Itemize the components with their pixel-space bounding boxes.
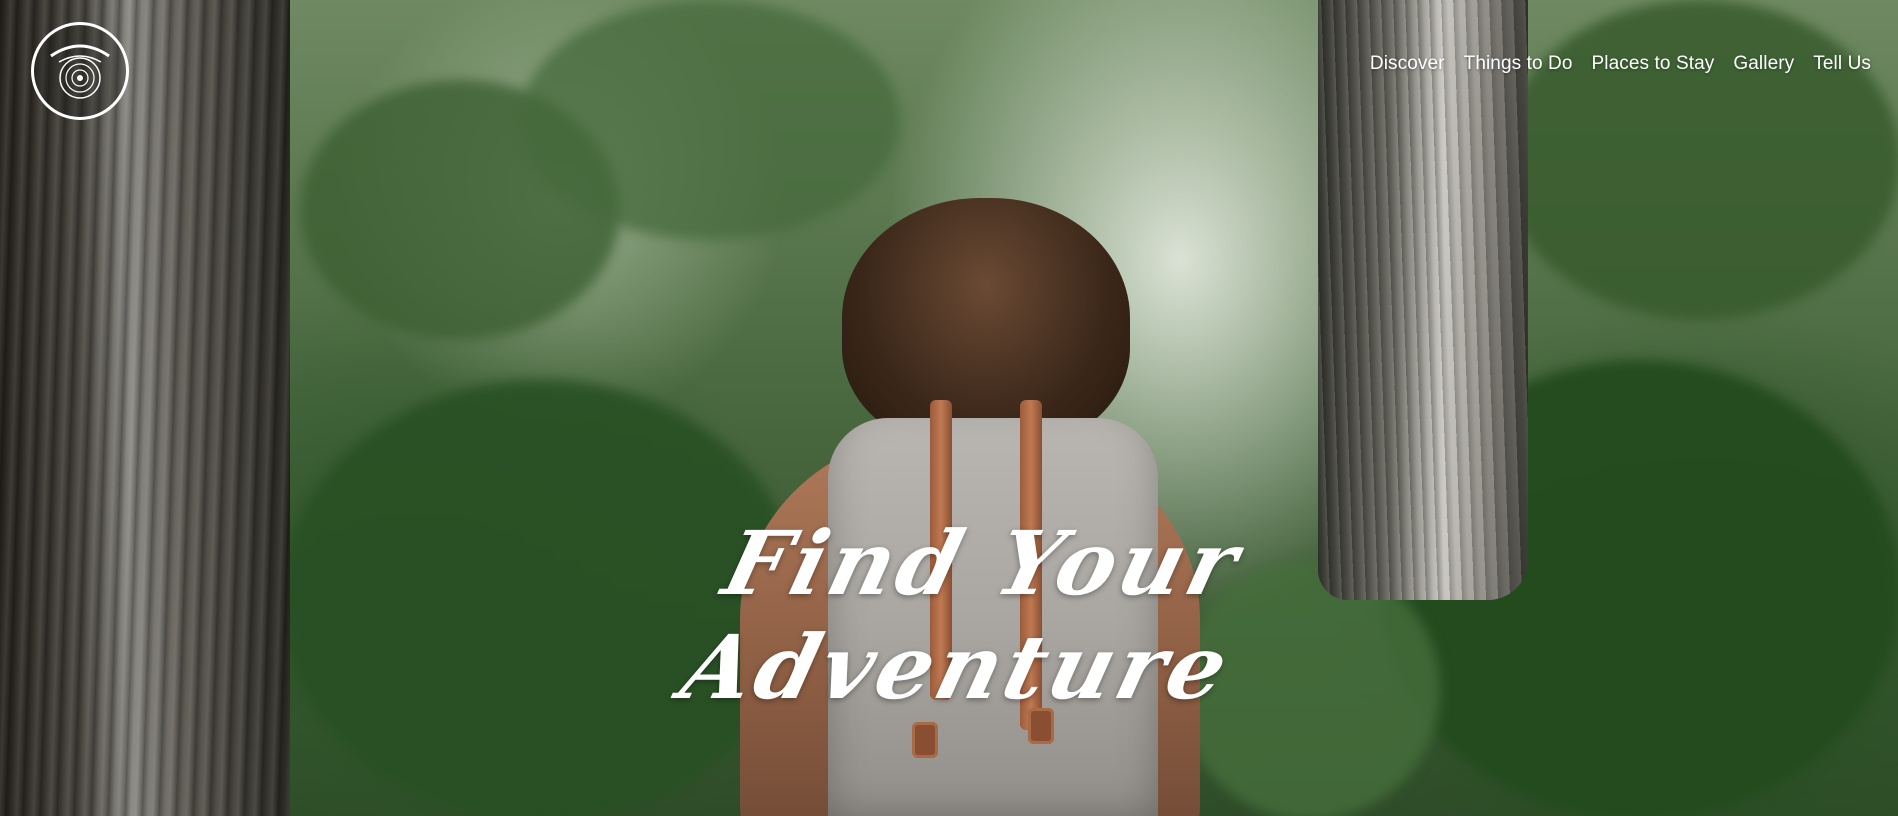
nav-link-places-to-stay[interactable]: Places to Stay (1592, 53, 1715, 74)
hero-headline: Find Your Adventure (614, 511, 1326, 719)
hero-headline-line2: Adventure (672, 614, 1242, 719)
nav-item-things-to-do: Things to Do (1464, 53, 1573, 75)
nav-link-things-to-do[interactable]: Things to Do (1464, 53, 1573, 74)
main-nav: Discover Things to Do Places to Stay Gal… (1370, 53, 1871, 75)
nav-item-discover: Discover (1370, 53, 1445, 75)
hiker-hair (842, 198, 1130, 448)
hero-background: Discover Things to Do Places to Stay Gal… (0, 0, 1898, 816)
nav-item-tell-us: Tell Us (1813, 53, 1871, 75)
hero-headline-line1: Find Your (713, 510, 1253, 615)
nav-link-discover[interactable]: Discover (1370, 53, 1445, 74)
site-logo[interactable] (31, 22, 129, 120)
nav-item-gallery: Gallery (1733, 53, 1794, 75)
nav-link-gallery[interactable]: Gallery (1733, 53, 1794, 74)
nav-link-tell-us[interactable]: Tell Us (1813, 53, 1871, 74)
tree-ring-logo-icon (50, 44, 110, 99)
nav-item-places-to-stay: Places to Stay (1592, 53, 1715, 75)
backpack-buckle (912, 722, 938, 758)
